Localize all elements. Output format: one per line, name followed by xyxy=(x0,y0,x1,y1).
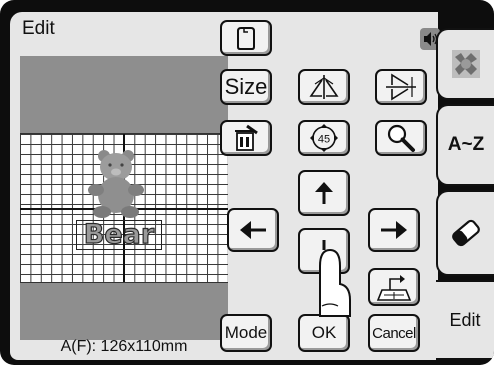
mirror-icon xyxy=(309,75,339,99)
move-up-button[interactable] xyxy=(298,170,350,216)
tab-alphabet-label: A~Z xyxy=(447,134,485,155)
tab-edit-label: Edit xyxy=(449,309,481,330)
arrow-right-icon xyxy=(381,221,407,239)
finger-pointer-icon xyxy=(319,248,351,317)
delete-icon xyxy=(235,124,258,151)
tab-eraser[interactable] xyxy=(436,190,494,276)
ok-button[interactable]: OK xyxy=(298,314,350,352)
magnify-button[interactable] xyxy=(375,120,427,156)
eraser-icon xyxy=(452,219,480,247)
tab-alphabet[interactable]: A~Z xyxy=(436,104,494,186)
arrow-left-icon xyxy=(240,221,266,239)
bear-design-image xyxy=(88,150,144,218)
mode-button[interactable]: Mode xyxy=(220,314,272,352)
magnify-icon xyxy=(387,124,415,152)
embroidery-grid: Bear xyxy=(20,133,228,283)
move-right-button[interactable] xyxy=(368,208,420,252)
cancel-button[interactable]: Cancel xyxy=(368,314,420,352)
size-button[interactable]: Size xyxy=(220,69,272,105)
move-to-center-icon xyxy=(376,275,412,301)
text-bounding-box: Bear xyxy=(76,220,162,250)
rotate-icon: 45 xyxy=(310,124,338,152)
mirror-button[interactable] xyxy=(298,69,350,105)
cancel-button-label: Cancel xyxy=(372,324,416,342)
embroidery-pattern-icon xyxy=(452,50,480,78)
device-bezel: Edit Bear A(F): 126x110mm Size 45 Mode O… xyxy=(0,0,494,365)
arrow-up-icon xyxy=(315,182,333,204)
size-readout: A(F): 126x110mm xyxy=(60,338,188,355)
move-to-center-button[interactable] xyxy=(368,268,420,306)
svg-text:45: 45 xyxy=(318,134,330,146)
design-preview: Bear xyxy=(20,56,228,340)
delete-button[interactable] xyxy=(220,120,272,156)
tab-embroidery[interactable] xyxy=(436,28,494,100)
move-left-button[interactable] xyxy=(227,208,279,252)
design-text: Bear xyxy=(83,219,155,250)
frame-icon xyxy=(237,27,255,50)
screen-title: Edit xyxy=(22,18,55,39)
rotate-button[interactable]: 45 xyxy=(298,120,350,156)
frame-button[interactable] xyxy=(220,20,272,56)
edit-screen: Edit Bear A(F): 126x110mm Size 45 Mode O… xyxy=(10,12,440,360)
flip-icon xyxy=(386,73,416,101)
flip-button[interactable] xyxy=(375,69,427,105)
tab-edit[interactable]: Edit xyxy=(436,280,494,360)
